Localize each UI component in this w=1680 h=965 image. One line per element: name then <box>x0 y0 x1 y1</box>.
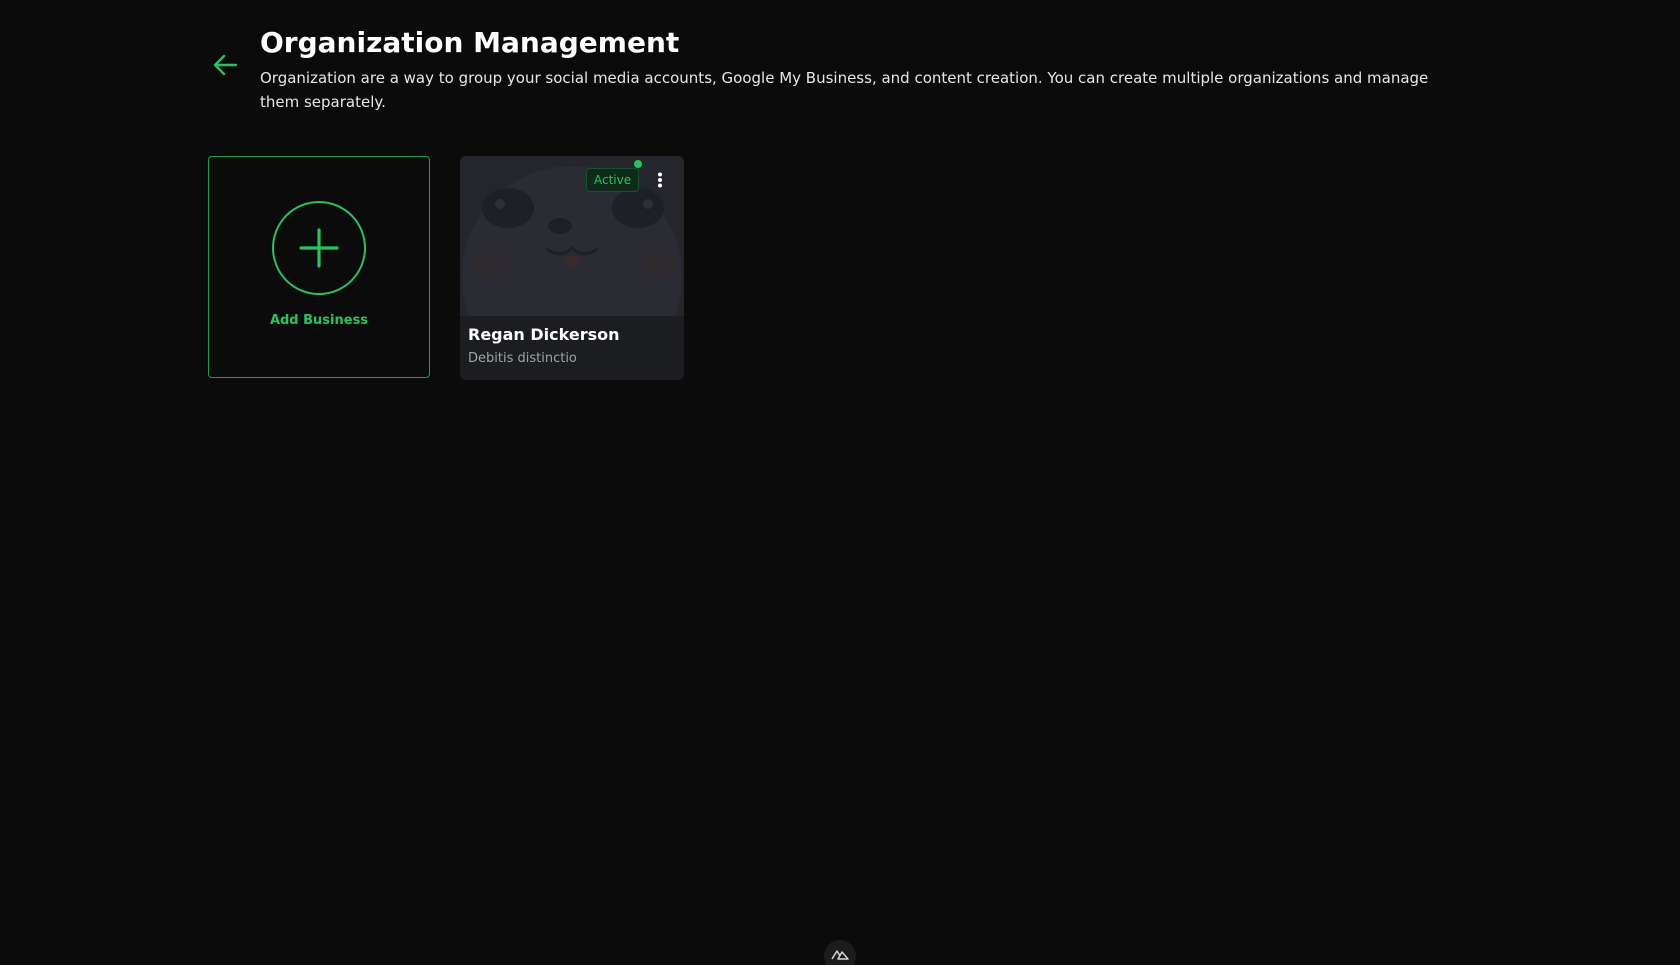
add-business-card[interactable]: Add Business <box>208 156 430 378</box>
organization-subtitle: Debitis distinctio <box>468 351 577 366</box>
header-text: Organization Management Organization are… <box>260 24 1448 114</box>
organization-menu-button[interactable] <box>652 170 668 190</box>
page-title: Organization Management <box>260 26 680 59</box>
organization-card[interactable]: Active Regan Dickerson Debitis distincti… <box>460 156 684 380</box>
add-business-circle <box>272 200 366 295</box>
nuxt-devtools-button[interactable] <box>824 940 856 965</box>
page-description: Organization are a way to group your soc… <box>260 69 1429 111</box>
page-header: Organization Management Organization are… <box>208 24 1448 114</box>
organization-name: Regan Dickerson <box>468 325 620 344</box>
avatar-illustration <box>460 156 684 380</box>
organization-management-page: Organization Management Organization are… <box>0 0 1680 965</box>
plus-icon <box>299 227 339 268</box>
more-vertical-icon <box>658 172 662 188</box>
status-badge: Active <box>586 168 640 192</box>
back-button[interactable] <box>208 48 242 82</box>
nuxt-logo-icon <box>831 950 849 960</box>
active-indicator-dot <box>634 160 642 168</box>
organization-cover-image <box>460 156 684 380</box>
organization-info: Regan Dickerson Debitis distinctio <box>460 316 684 380</box>
organization-grid: Add Business Active Regan Dickerson Debi… <box>208 156 684 380</box>
add-business-label: Add Business <box>269 312 369 328</box>
arrow-left-icon <box>213 54 238 76</box>
